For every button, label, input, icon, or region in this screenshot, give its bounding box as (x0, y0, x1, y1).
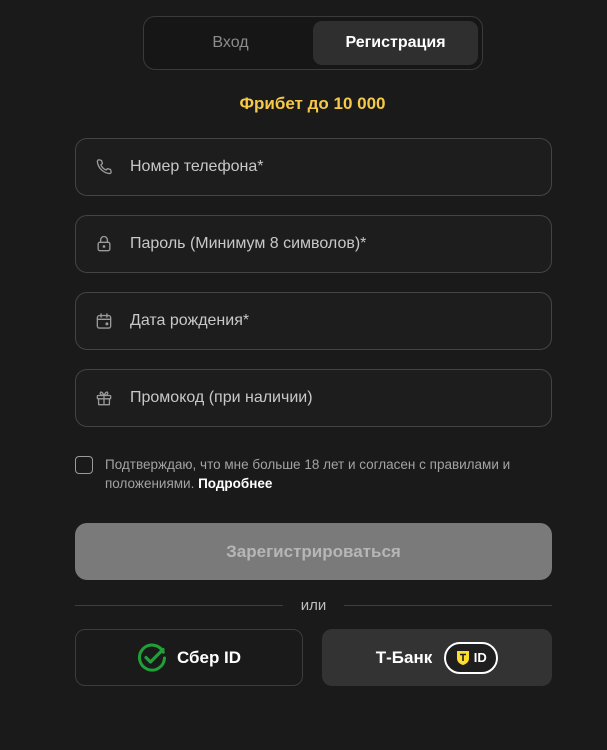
sber-id-button[interactable]: Сбер ID (75, 629, 303, 686)
register-button[interactable]: Зарегистрироваться (75, 523, 552, 580)
consent-statement: Подтверждаю, что мне больше 18 лет и сог… (105, 457, 511, 491)
tab-login[interactable]: Вход (148, 21, 313, 65)
promocode-field[interactable]: Промокод (при наличии) (75, 369, 552, 427)
tbank-id-button[interactable]: Т-Банк ID (322, 629, 552, 686)
consent-more-link[interactable]: Подробнее (198, 476, 272, 491)
password-placeholder: Пароль (Минимум 8 символов)* (130, 235, 367, 252)
gift-icon (94, 388, 114, 408)
promocode-placeholder: Промокод (при наличии) (130, 389, 313, 406)
tbank-shield-icon (456, 650, 470, 666)
divider-line-right (344, 604, 553, 606)
sber-id-label: Сбер ID (176, 647, 242, 667)
birthdate-placeholder: Дата рождения* (130, 312, 250, 329)
calendar-icon (94, 311, 114, 331)
birthdate-field[interactable]: Дата рождения* (75, 292, 552, 350)
divider-label: или (300, 596, 327, 614)
sber-logo-icon (137, 643, 167, 673)
auth-tabs: Вход Регистрация (143, 16, 483, 70)
phone-icon (94, 157, 114, 177)
password-field[interactable]: Пароль (Минимум 8 символов)* (75, 215, 552, 273)
or-divider: или (75, 594, 553, 616)
tab-register[interactable]: Регистрация (313, 21, 478, 65)
freebet-title: Фрибет до 10 000 (239, 94, 386, 113)
consent-text: Подтверждаю, что мне больше 18 лет и сог… (105, 455, 552, 493)
tbank-id-badge: ID (444, 641, 499, 674)
tbank-id-text: ID (473, 650, 487, 665)
lock-icon (94, 234, 114, 254)
phone-field[interactable]: Номер телефона* (75, 138, 552, 196)
divider-line-left (75, 604, 283, 606)
phone-placeholder: Номер телефона* (130, 158, 264, 175)
tbank-label: Т-Банк (375, 647, 433, 667)
age-consent: Подтверждаю, что мне больше 18 лет и сог… (75, 455, 552, 493)
consent-checkbox[interactable] (75, 456, 93, 474)
